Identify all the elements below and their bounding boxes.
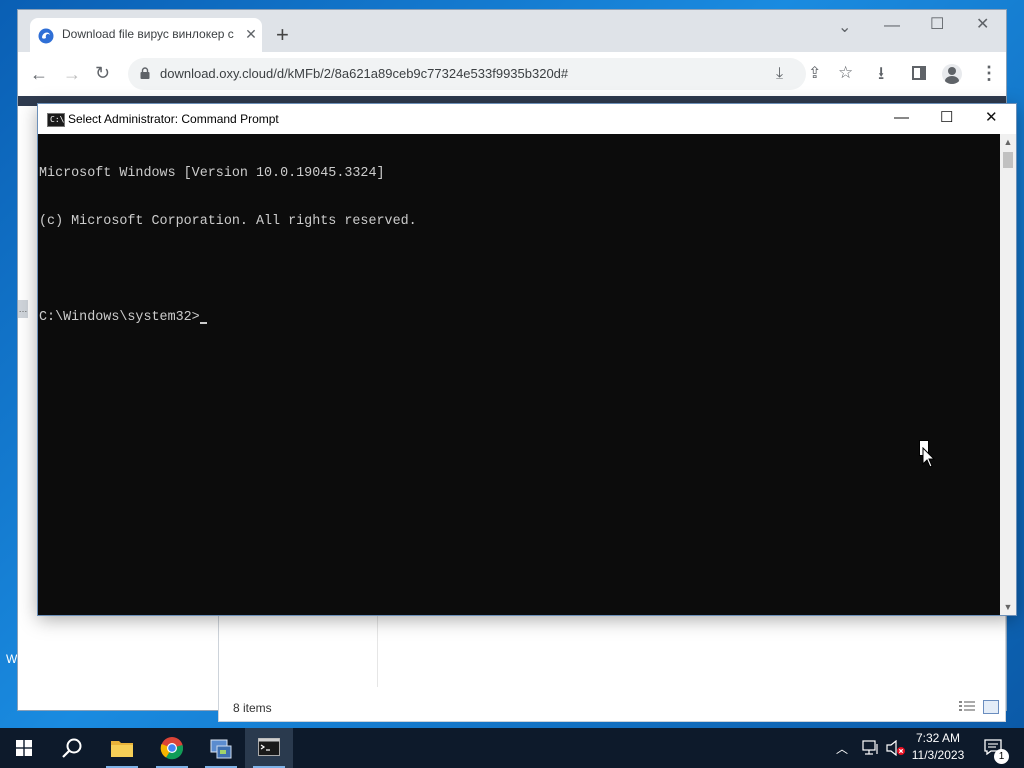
clock-time[interactable]: 7:32 AM xyxy=(900,731,976,745)
maximize-icon[interactable]: ☐ xyxy=(930,17,944,33)
browser-toolbar: ← → ↻ download.oxy.cloud/d/kMFb/2/8a621a… xyxy=(18,52,1006,97)
taskbar-command-prompt[interactable] xyxy=(245,728,293,768)
cmd-minimize-icon[interactable]: — xyxy=(894,110,909,125)
tab-close-icon[interactable]: ✕ xyxy=(242,25,260,43)
command-prompt-icon: C:\ xyxy=(47,113,65,127)
cmd-title-bar[interactable]: C:\ Select Administrator: Command Prompt… xyxy=(38,104,1016,134)
network-icon[interactable] xyxy=(862,740,880,756)
explorer-status-text: 8 items xyxy=(233,701,272,715)
side-panel-icon[interactable] xyxy=(912,66,926,80)
cmd-window-title: Select Administrator: Command Prompt xyxy=(68,112,279,126)
menu-kebab-icon[interactable]: ⋮ xyxy=(980,64,998,82)
taskbar: ︿ 7:32 AM 11/3/2023 1 xyxy=(0,728,1024,768)
mouse-pointer-icon xyxy=(922,447,936,468)
control-panel-icon xyxy=(210,739,232,759)
page-side-handle[interactable]: … xyxy=(18,300,28,318)
site-favicon-icon xyxy=(38,28,54,44)
browser-tab[interactable]: Download file вирус винлокер с ✕ xyxy=(30,18,262,52)
action-center-button[interactable]: 1 xyxy=(980,728,1024,768)
lock-icon xyxy=(140,67,150,79)
taskbar-file-explorer[interactable] xyxy=(98,728,146,768)
cmd-scrollbar[interactable]: ▲ ▼ xyxy=(1000,134,1016,615)
share-icon[interactable]: ⇪ xyxy=(808,65,821,83)
minimize-icon[interactable]: — xyxy=(884,18,900,34)
show-hidden-icons-chevron-icon[interactable]: ︿ xyxy=(836,740,848,757)
cmd-close-icon[interactable]: ✕ xyxy=(985,110,998,125)
scrollbar-thumb[interactable] xyxy=(1003,152,1013,168)
console-line: (c) Microsoft Corporation. All rights re… xyxy=(39,214,417,229)
console-prompt-line[interactable]: C:\Windows\system32> xyxy=(38,310,1000,326)
windows-start-icon xyxy=(16,740,32,756)
address-bar[interactable]: download.oxy.cloud/d/kMFb/2/8a621a89ceb9… xyxy=(128,58,853,90)
file-explorer-icon xyxy=(111,741,133,757)
console-prompt: C:\Windows\system32> xyxy=(39,310,200,325)
browser-tab-bar: Download file вирус винлокер с ✕ + ⌄ — ☐… xyxy=(18,10,1006,52)
command-prompt-window: C:\ Select Administrator: Command Prompt… xyxy=(38,104,1016,615)
cmd-maximize-icon[interactable]: ☐ xyxy=(940,110,953,125)
taskbar-control-panel[interactable] xyxy=(197,728,245,768)
downloads-icon[interactable]: ⭳ xyxy=(878,64,884,82)
large-icons-view-icon[interactable] xyxy=(983,700,999,714)
chrome-icon xyxy=(160,737,184,760)
url-text: download.oxy.cloud/d/kMFb/2/8a621a89ceb9… xyxy=(160,66,569,81)
desktop-edge-text: W xyxy=(6,652,18,666)
command-prompt-icon xyxy=(258,738,280,756)
bookmark-star-icon[interactable]: ☆ xyxy=(838,64,853,82)
tab-title: Download file вирус винлокер с xyxy=(62,27,234,41)
download-page-icon[interactable]: ⤓ xyxy=(776,65,783,83)
text-cursor xyxy=(199,322,207,324)
details-view-icon[interactable] xyxy=(959,700,975,712)
clock-date[interactable]: 11/3/2023 xyxy=(900,748,976,762)
tab-search-chevron-icon[interactable]: ⌄ xyxy=(838,20,851,36)
file-explorer-window: 8 items xyxy=(218,598,1006,722)
start-button[interactable] xyxy=(0,728,48,768)
console-output[interactable]: Microsoft Windows [Version 10.0.19045.33… xyxy=(38,134,1000,615)
back-arrow-icon[interactable]: ← xyxy=(30,65,48,83)
scroll-down-arrow-icon[interactable]: ▼ xyxy=(1000,599,1016,615)
new-tab-icon[interactable]: + xyxy=(276,24,289,46)
console-line: Microsoft Windows [Version 10.0.19045.33… xyxy=(39,166,385,181)
search-icon xyxy=(62,738,82,758)
scroll-up-arrow-icon[interactable]: ▲ xyxy=(1000,134,1016,150)
forward-arrow-icon[interactable]: → xyxy=(63,65,81,83)
reload-icon[interactable]: ↻ xyxy=(95,64,110,82)
taskbar-chrome[interactable] xyxy=(148,728,196,768)
close-icon[interactable]: ✕ xyxy=(976,17,989,33)
taskbar-search-button[interactable] xyxy=(48,728,96,768)
profile-avatar-icon[interactable] xyxy=(942,64,962,84)
notification-count-badge: 1 xyxy=(994,749,1009,764)
